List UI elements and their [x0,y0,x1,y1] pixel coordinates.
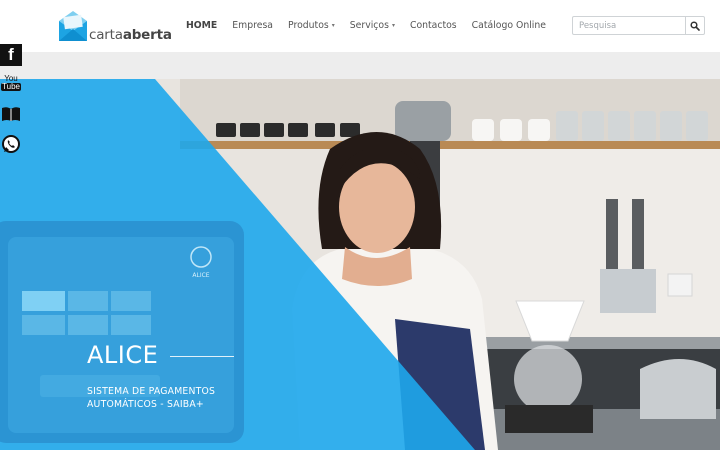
brand-logo[interactable]: cartaaberta [58,10,172,44]
nav-item-label: Serviços [349,20,389,31]
hero-title: ALICE [87,341,159,369]
hero-banner[interactable]: ALICE ALICE SISTEMA DE PAGAMENTOS AUTOMÁ… [0,79,720,450]
nav-item-empresa[interactable]: Empresa [232,20,273,31]
search-box [572,16,705,35]
nav-item-contactos[interactable]: Contactos [410,20,457,31]
search-button[interactable] [685,17,704,34]
whatsapp-button[interactable] [0,133,22,155]
catalog-button[interactable] [0,103,22,125]
envelope-logo-icon [59,11,87,41]
facebook-icon: f [8,45,14,64]
nav-item-home[interactable]: HOME [186,20,217,31]
chevron-down-icon: ▾ [391,22,395,29]
youtube-button[interactable]: You Tube [0,72,22,94]
title-divider [170,356,234,357]
main-nav: HOME Empresa Produtos ▾ Serviços ▾ Contact… [186,20,561,31]
search-input[interactable] [573,17,686,34]
chevron-down-icon: ▾ [331,22,335,29]
hero-subtitle-link[interactable]: SISTEMA DE PAGAMENTOS AUTOMÁTICOS - SAIB… [87,385,277,411]
youtube-icon: You Tube [1,75,21,91]
catalog-book-icon [2,107,20,121]
whatsapp-icon [2,135,20,153]
search-icon [690,20,700,31]
nav-item-produtos[interactable]: Produtos ▾ [288,20,335,31]
terminal-brand-label: ALICE [192,272,209,279]
nav-item-label: Produtos [288,20,329,31]
nav-item-catalogo-online[interactable]: Catálogo Online [472,20,546,31]
brand-name: cartaaberta [89,27,172,43]
site-header: cartaaberta HOME Empresa Produtos ▾ Servi… [0,0,720,52]
nav-item-servicos[interactable]: Serviços ▾ [350,20,395,31]
youtube-text-tube: Tube [1,82,21,91]
facebook-button[interactable]: f [0,44,22,66]
header-divider-band [0,52,720,79]
